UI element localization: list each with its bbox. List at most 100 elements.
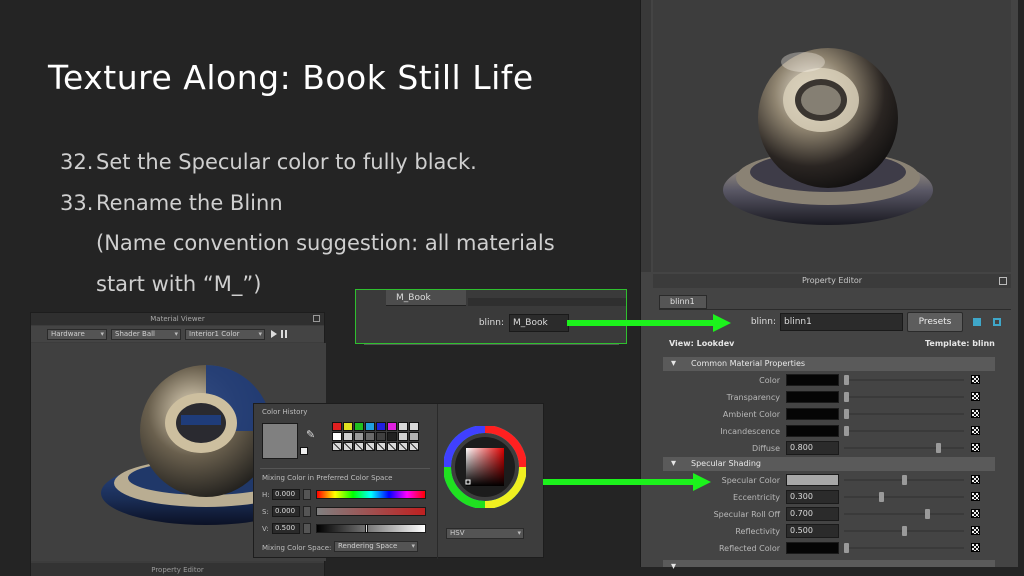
attribute-slider-track[interactable]	[844, 379, 964, 381]
history-color-swatch[interactable]	[343, 432, 353, 441]
map-button-icon[interactable]	[971, 492, 980, 501]
value-slider[interactable]	[316, 524, 426, 533]
color-swatch[interactable]	[786, 408, 839, 420]
attribute-slider-handle[interactable]	[844, 392, 849, 402]
environment-dropdown[interactable]: Interior1 Color	[185, 329, 265, 340]
history-color-swatch[interactable]	[354, 442, 364, 451]
history-color-swatch[interactable]	[398, 422, 408, 431]
section-common-material-properties[interactable]: Common Material Properties	[663, 357, 995, 371]
attribute-slider-track[interactable]	[844, 496, 964, 498]
attribute-value-field[interactable]: 0.300	[786, 490, 839, 504]
value-field[interactable]: 0.500	[272, 523, 300, 534]
mixing-space-label: Mixing Color Space:	[262, 544, 332, 552]
history-color-swatch[interactable]	[398, 432, 408, 441]
map-button-icon[interactable]	[971, 443, 980, 452]
history-color-swatch[interactable]	[409, 422, 419, 431]
attribute-slider-handle[interactable]	[936, 443, 941, 453]
history-color-swatch[interactable]	[409, 442, 419, 451]
color-mode-dropdown[interactable]: HSV	[446, 528, 524, 539]
pause-icon[interactable]	[281, 330, 287, 338]
attribute-slider-track[interactable]	[844, 413, 964, 415]
attribute-value-field[interactable]: 0.700	[786, 507, 839, 521]
attribute-slider-track[interactable]	[844, 396, 964, 398]
map-button-icon[interactable]	[971, 475, 980, 484]
renderer-dropdown[interactable]: Hardware	[47, 329, 107, 340]
tab-blinn1[interactable]: blinn1	[659, 295, 707, 309]
color-wheel[interactable]	[444, 426, 526, 508]
map-button-icon[interactable]	[971, 543, 980, 552]
history-color-swatch[interactable]	[365, 422, 375, 431]
color-swatch[interactable]	[786, 542, 839, 554]
mixing-space-dropdown[interactable]: Rendering Space	[334, 541, 418, 552]
show-hide-icon[interactable]	[973, 318, 981, 326]
history-color-swatch[interactable]	[343, 442, 353, 451]
attribute-slider-track[interactable]	[844, 513, 964, 515]
history-color-swatch[interactable]	[387, 432, 397, 441]
map-button-icon[interactable]	[971, 409, 980, 418]
color-swap-icon[interactable]	[300, 447, 308, 455]
history-color-swatch[interactable]	[398, 442, 408, 451]
history-color-swatch[interactable]	[387, 422, 397, 431]
history-color-swatch[interactable]	[376, 422, 386, 431]
attribute-value-field[interactable]: 0.500	[786, 524, 839, 538]
history-color-swatch[interactable]	[376, 432, 386, 441]
template-label: Template: blinn	[925, 339, 995, 348]
map-button-icon[interactable]	[971, 426, 980, 435]
attribute-value-field[interactable]: 0.800	[786, 441, 839, 455]
attribute-slider-track[interactable]	[844, 547, 964, 549]
map-button-icon[interactable]	[971, 392, 980, 401]
history-color-swatch[interactable]	[409, 432, 419, 441]
color-swatch[interactable]	[786, 425, 839, 437]
attribute-slider-track[interactable]	[844, 447, 964, 449]
history-color-swatch[interactable]	[365, 442, 375, 451]
history-color-swatch[interactable]	[354, 422, 364, 431]
value-stepper[interactable]	[303, 523, 311, 534]
step-32: 32. Set the Specular color to fully black…	[60, 150, 477, 174]
tab-bar-fill	[468, 298, 626, 306]
attribute-slider-handle[interactable]	[844, 426, 849, 436]
color-swatch[interactable]	[786, 474, 839, 486]
history-color-swatch[interactable]	[332, 442, 342, 451]
hue-slider[interactable]	[316, 490, 426, 499]
attribute-slider-handle[interactable]	[844, 543, 849, 553]
history-color-swatch[interactable]	[332, 422, 342, 431]
attribute-slider-handle[interactable]	[901, 475, 907, 485]
color-swatch[interactable]	[786, 391, 839, 403]
section-specular-shading[interactable]: Specular Shading	[663, 457, 995, 471]
presets-button[interactable]: Presets	[907, 312, 963, 332]
saturation-field[interactable]: 0.000	[272, 506, 300, 517]
history-color-swatch[interactable]	[343, 422, 353, 431]
attribute-slider-handle[interactable]	[924, 509, 930, 519]
section-next-collapsed[interactable]	[663, 560, 995, 574]
saturation-slider[interactable]	[316, 507, 426, 516]
history-color-swatch[interactable]	[354, 432, 364, 441]
map-button-icon[interactable]	[971, 526, 980, 535]
history-color-swatch[interactable]	[387, 442, 397, 451]
map-button-icon[interactable]	[971, 509, 980, 518]
attribute-slider-handle[interactable]	[878, 492, 884, 502]
value-slider-handle[interactable]	[365, 524, 368, 533]
hue-field[interactable]: 0.000	[272, 489, 300, 500]
attribute-slider-handle[interactable]	[901, 526, 907, 536]
eyedropper-icon[interactable]: ✎	[306, 428, 320, 442]
tab-m-book[interactable]: M_Book	[386, 290, 466, 306]
saturation-stepper[interactable]	[303, 506, 311, 517]
attribute-slider-track[interactable]	[844, 430, 964, 432]
attribute-slider-handle[interactable]	[844, 409, 849, 419]
play-icon[interactable]	[271, 330, 277, 338]
shape-dropdown[interactable]: Shader Ball	[111, 329, 181, 340]
renamed-name-field[interactable]: M_Book	[509, 314, 569, 332]
material-preview-viewport[interactable]	[653, 0, 1011, 272]
close-icon[interactable]	[313, 315, 320, 322]
current-color-swatch[interactable]	[262, 423, 298, 459]
history-color-swatch[interactable]	[332, 432, 342, 441]
close-icon[interactable]	[999, 277, 1007, 285]
copy-tab-icon[interactable]	[993, 318, 1001, 326]
history-color-swatch[interactable]	[376, 442, 386, 451]
attribute-slider-handle[interactable]	[844, 375, 849, 385]
node-name-field[interactable]: blinn1	[780, 313, 903, 331]
history-color-swatch[interactable]	[365, 432, 375, 441]
color-swatch[interactable]	[786, 374, 839, 386]
hue-stepper[interactable]	[303, 489, 311, 500]
map-button-icon[interactable]	[971, 375, 980, 384]
